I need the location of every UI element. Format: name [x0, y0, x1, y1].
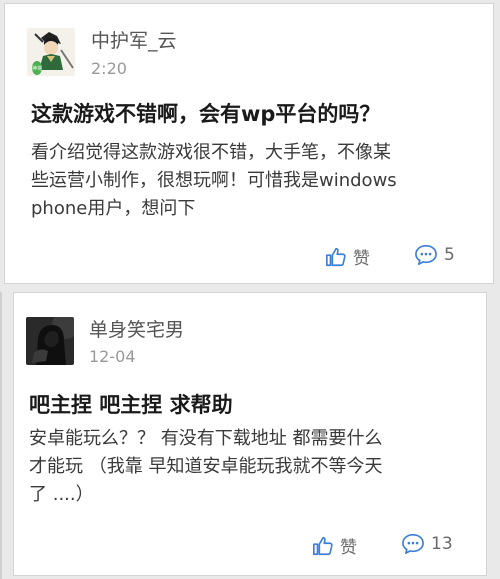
- post-title[interactable]: 这款游戏不错啊，会有wp平台的吗？: [31, 98, 380, 128]
- post-time: 2:20: [91, 59, 127, 78]
- post-body-line: 些运营小制作，很想玩啊！可惜我是windows: [31, 170, 397, 191]
- like-label: 赞: [340, 538, 357, 558]
- page-edge-divider: [0, 292, 2, 579]
- thumbs-up-icon: [326, 247, 346, 266]
- comment-button[interactable]: 13: [401, 533, 453, 555]
- post-body-line: 了 ....）: [29, 484, 94, 505]
- post-body-line: 安卓能玩么？？ 有没有下载地址 都需要什么: [29, 428, 383, 449]
- hooded-figure-avatar-icon: [26, 317, 74, 365]
- post-card[interactable]: 单身笑宅男 12-04 吧主捏 吧主捏 求帮助 安卓能玩么？？ 有没有下载地址 …: [13, 292, 487, 576]
- username[interactable]: 单身笑宅男: [89, 315, 184, 342]
- avatar-badge-text: 神将: [32, 65, 42, 72]
- username[interactable]: 中护军_云: [91, 26, 177, 53]
- post-title[interactable]: 吧主捏 吧主捏 求帮助: [29, 389, 233, 419]
- comment-count: 5: [444, 245, 455, 265]
- avatar[interactable]: 神将: [27, 28, 75, 76]
- avatar[interactable]: [26, 317, 74, 365]
- speech-bubble-icon: [402, 534, 424, 554]
- comment-count: 13: [431, 534, 453, 554]
- warrior-avatar-icon: 神将: [27, 28, 75, 76]
- post-card[interactable]: 神将 中护军_云 2:20 这款游戏不错啊，会有wp平台的吗？ 看介绍觉得这款游…: [4, 3, 494, 284]
- post-body-line: 看介绍觉得这款游戏很不错，大手笔，不像某: [31, 142, 391, 163]
- post-body[interactable]: 安卓能玩么？？ 有没有下载地址 都需要什么 才能玩 （我靠 早知道安卓能玩我就不…: [29, 425, 479, 509]
- post-body-line: phone用户，想问下: [31, 198, 196, 219]
- like-button[interactable]: 赞: [312, 533, 357, 558]
- post-body[interactable]: 看介绍觉得这款游戏很不错，大手笔，不像某 些运营小制作，很想玩啊！可惜我是win…: [31, 139, 491, 223]
- post-time: 12-04: [89, 347, 136, 366]
- thumbs-up-icon: [313, 536, 333, 555]
- like-label: 赞: [353, 249, 370, 269]
- speech-bubble-icon: [415, 245, 437, 265]
- post-body-line: 才能玩 （我靠 早知道安卓能玩我就不等今天: [29, 456, 383, 477]
- like-button[interactable]: 赞: [325, 244, 370, 269]
- comment-button[interactable]: 5: [414, 244, 455, 266]
